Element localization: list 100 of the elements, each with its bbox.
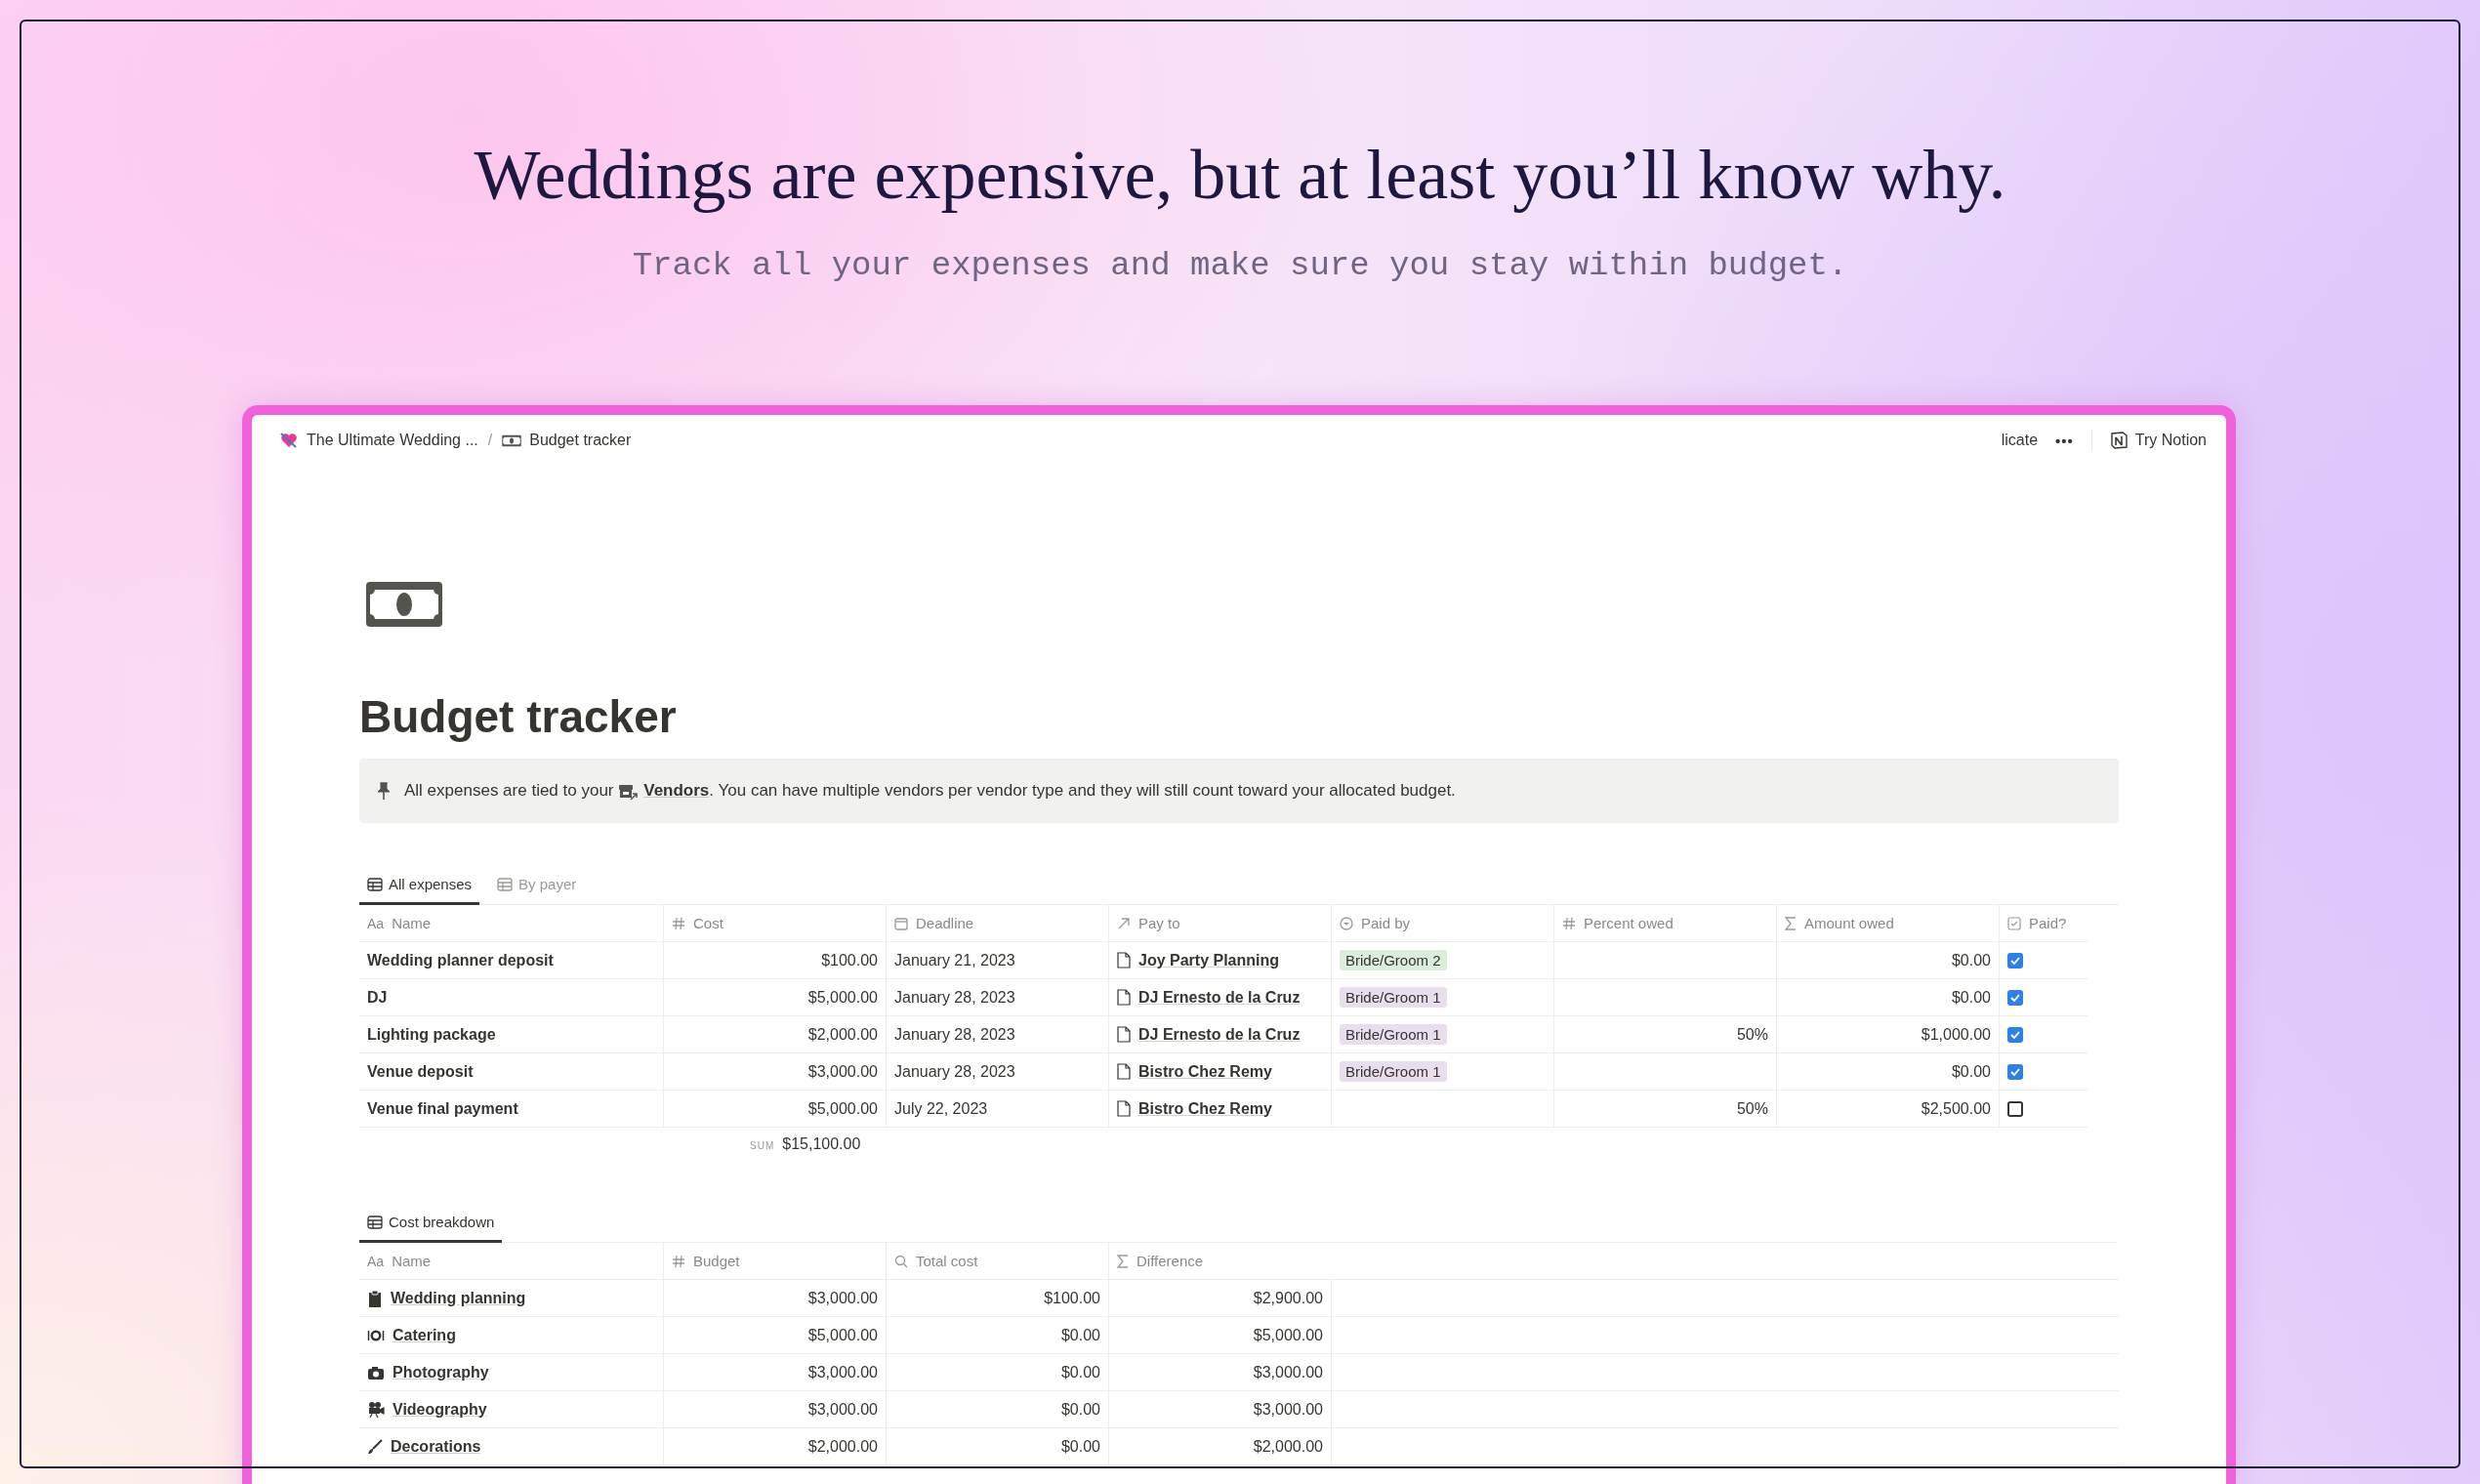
table-cell: Venue final payment bbox=[359, 1091, 664, 1128]
document-icon bbox=[1117, 1100, 1131, 1117]
table-cell: $2,000.00 bbox=[664, 1016, 887, 1053]
column-header[interactable]: Paid by bbox=[1332, 905, 1554, 942]
search-icon bbox=[894, 1254, 908, 1268]
header-label: Name bbox=[392, 915, 432, 931]
column-header[interactable]: Pay to bbox=[1109, 905, 1332, 942]
column-header[interactable]: Aa Name bbox=[359, 905, 664, 942]
relation-link[interactable]: Bistro Chez Remy bbox=[1117, 1099, 1272, 1118]
view-tab[interactable]: All expenses bbox=[359, 870, 480, 905]
checkmark-icon bbox=[2010, 1030, 2020, 1039]
select-tag: Bride/Groom 1 bbox=[1340, 987, 1447, 1008]
checkbox[interactable] bbox=[2007, 989, 2023, 1006]
column-header[interactable]: Percent owed bbox=[1554, 905, 1777, 942]
brush-icon bbox=[367, 1438, 383, 1455]
column-header[interactable]: Difference bbox=[1109, 1243, 1332, 1280]
table-icon bbox=[497, 877, 514, 891]
document-icon bbox=[1117, 989, 1131, 1006]
column-header[interactable]: Deadline bbox=[887, 905, 1109, 942]
table-cell: $3,000.00 bbox=[664, 1354, 887, 1391]
checkbox[interactable] bbox=[2007, 1026, 2023, 1043]
select-tag: Bride/Groom 2 bbox=[1340, 950, 1447, 970]
page-link[interactable]: Wedding planning bbox=[367, 1289, 526, 1307]
table-cell: $0.00 bbox=[1777, 979, 2000, 1016]
relation-link[interactable]: Bistro Chez Remy bbox=[1117, 1062, 1272, 1081]
page-link[interactable]: Catering bbox=[367, 1326, 456, 1344]
table-cell: $0.00 bbox=[887, 1391, 1109, 1428]
header-label: Pay to bbox=[1138, 915, 1180, 931]
view-tab[interactable]: Cost breakdown bbox=[359, 1208, 503, 1243]
pin-icon bbox=[377, 782, 391, 800]
table-cell: $3,000.00 bbox=[664, 1391, 887, 1428]
table-cell: Wedding planner deposit bbox=[359, 942, 664, 979]
store-icon bbox=[618, 783, 639, 801]
table-icon bbox=[367, 877, 383, 891]
table-cell: $3,000.00 bbox=[664, 1280, 887, 1317]
table-cell: $2,900.00 bbox=[1109, 1280, 1332, 1317]
checkmark-icon bbox=[2010, 1067, 2020, 1076]
sigma-icon bbox=[1785, 916, 1797, 930]
hash-icon bbox=[672, 916, 685, 930]
checkbox[interactable] bbox=[2007, 1063, 2023, 1080]
table-cell: $0.00 bbox=[1777, 1053, 2000, 1091]
table-cell: $5,000.00 bbox=[664, 1091, 887, 1128]
table-cell: January 28, 2023 bbox=[887, 1053, 1109, 1091]
table-cell: $5,000.00 bbox=[664, 1317, 887, 1354]
checkbox[interactable] bbox=[2007, 952, 2023, 969]
column-header[interactable]: Paid? bbox=[2000, 905, 2087, 942]
heart-arrow-icon bbox=[279, 431, 299, 450]
table-cell: $2,500.00 bbox=[1777, 1091, 2000, 1128]
table-cell: $3,000.00 bbox=[664, 1053, 887, 1091]
table-cell: 50% bbox=[1554, 1016, 1777, 1053]
header-label: Difference bbox=[1137, 1253, 1204, 1269]
column-header[interactable]: Aa Name bbox=[359, 1243, 664, 1280]
page-link[interactable]: Decorations bbox=[367, 1437, 481, 1456]
try-notion-button[interactable]: Try Notion bbox=[2109, 432, 2207, 449]
table-cell: $5,000.00 bbox=[664, 979, 887, 1016]
breadcrumb-link[interactable]: Budget tracker bbox=[502, 432, 632, 449]
calendar-icon bbox=[894, 916, 908, 930]
table-cell: January 28, 2023 bbox=[887, 1016, 1109, 1053]
page-link[interactable]: Videography bbox=[367, 1400, 487, 1419]
header-label: Cost bbox=[693, 915, 723, 931]
sum-value: $15,100.00 bbox=[782, 1135, 861, 1153]
table-cell: $0.00 bbox=[1777, 942, 2000, 979]
column-header[interactable]: Budget bbox=[664, 1243, 887, 1280]
table-cell: $0.00 bbox=[887, 1428, 1109, 1465]
header-label: Paid? bbox=[2029, 915, 2067, 931]
subheading: Track all your expenses and make sure you stay within budget. bbox=[632, 247, 1848, 284]
table-cell: Lighting package bbox=[359, 1016, 664, 1053]
page-title: Budget tracker bbox=[359, 690, 678, 743]
text-type-icon: Aa bbox=[367, 1253, 385, 1269]
hash-icon bbox=[672, 1254, 685, 1268]
page-link[interactable]: Photography bbox=[367, 1363, 489, 1381]
column-header[interactable]: Total cost bbox=[887, 1243, 1109, 1280]
header-label: Amount owed bbox=[1804, 915, 1894, 931]
breadcrumb-link[interactable]: The Ultimate Wedding ... bbox=[279, 431, 478, 450]
relation-link[interactable]: Joy Party Planning bbox=[1117, 951, 1280, 969]
breadcrumb-separator: / bbox=[487, 432, 493, 449]
table-cell: $100.00 bbox=[664, 942, 887, 979]
vendors-link[interactable]: Vendors bbox=[643, 781, 710, 800]
relation-link[interactable]: DJ Ernesto de la Cruz bbox=[1117, 1025, 1301, 1044]
select-tag: Bride/Groom 1 bbox=[1340, 1061, 1447, 1082]
relation-link[interactable]: DJ Ernesto de la Cruz bbox=[1117, 988, 1301, 1007]
select-tag: Bride/Groom 1 bbox=[1340, 1024, 1447, 1045]
table-icon bbox=[367, 1215, 383, 1229]
checkbox-icon bbox=[2007, 916, 2021, 930]
table-cell: $0.00 bbox=[887, 1317, 1109, 1354]
column-header[interactable]: Cost bbox=[664, 905, 887, 942]
more-menu[interactable]: ••• bbox=[2055, 432, 2074, 449]
hash-icon bbox=[1562, 916, 1576, 930]
checkmark-icon bbox=[2010, 956, 2020, 965]
header-label: Budget bbox=[693, 1253, 740, 1269]
banknote-icon bbox=[502, 433, 522, 447]
table-cell: $1,000.00 bbox=[1777, 1016, 2000, 1053]
table-cell: July 22, 2023 bbox=[887, 1091, 1109, 1128]
sigma-icon bbox=[1117, 1254, 1129, 1268]
checkbox[interactable] bbox=[2007, 1100, 2023, 1117]
column-header[interactable]: Amount owed bbox=[1777, 905, 2000, 942]
notion-logo-icon bbox=[2109, 432, 2128, 449]
toolbar-action[interactable]: licate bbox=[2001, 432, 2039, 449]
banknote-icon bbox=[365, 581, 443, 628]
table-cell: January 28, 2023 bbox=[887, 979, 1109, 1016]
